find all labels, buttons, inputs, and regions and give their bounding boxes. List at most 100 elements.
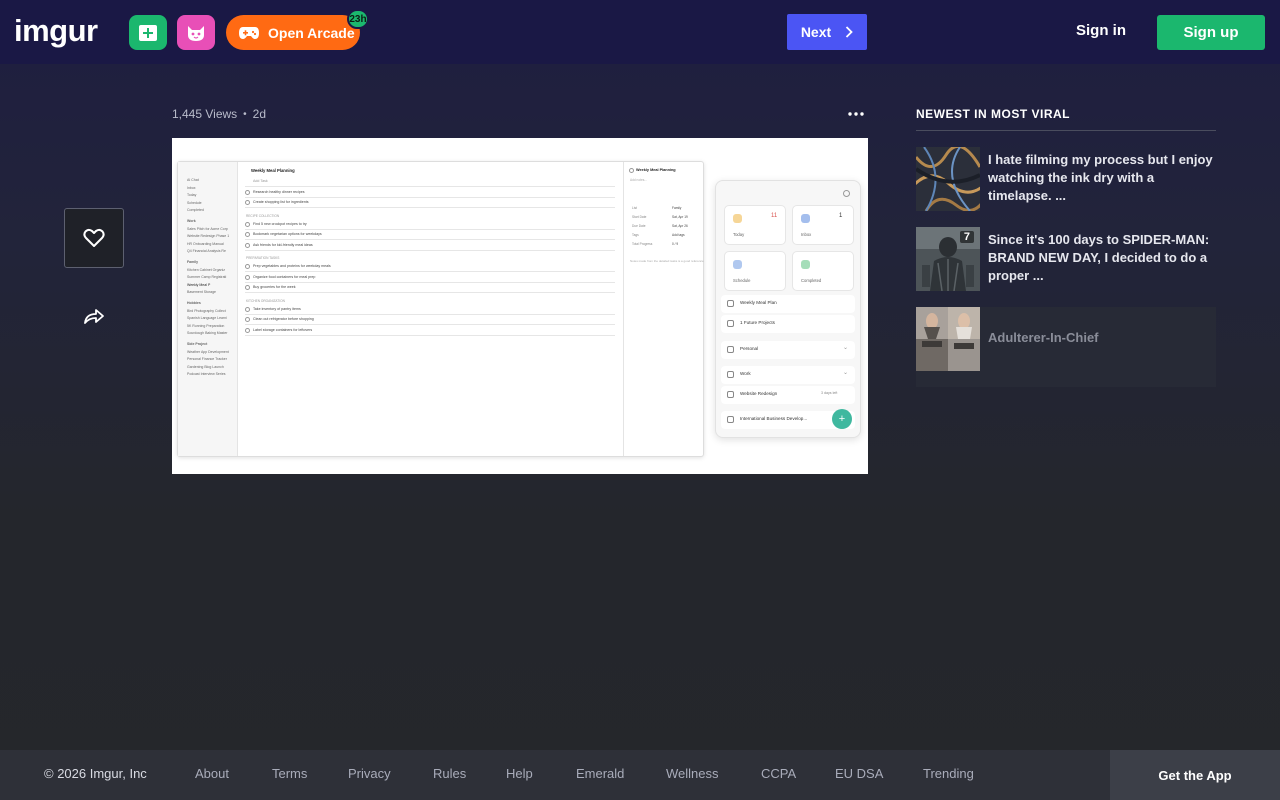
embedded-panel-row: 1 Future Projects bbox=[721, 315, 855, 333]
post-image[interactable]: AI Chat Inbox Today Schedule Completed Work Sa… bbox=[172, 138, 868, 474]
embedded-checkbox bbox=[245, 189, 250, 195]
embedded-settings-icon bbox=[843, 190, 850, 197]
embedded-summary-card: Today 11 bbox=[724, 205, 786, 245]
embedded-text: Sat, Apr 19 bbox=[672, 215, 688, 219]
embedded-text: Add notes... bbox=[630, 178, 648, 182]
viral-thumbnail[interactable]: 7 bbox=[916, 227, 980, 291]
footer-link-privacy[interactable]: Privacy bbox=[348, 766, 391, 781]
embedded-text: Inbox bbox=[801, 232, 812, 237]
sidebar-divider bbox=[916, 130, 1216, 131]
logo-text[interactable]: imgur bbox=[14, 13, 98, 48]
arcade-label[interactable]: Open Arcade bbox=[268, 25, 355, 41]
embedded-text: Weekly Meal P bbox=[187, 282, 211, 287]
embedded-text: Add Task bbox=[253, 179, 268, 183]
embedded-text: Website Redesign bbox=[740, 391, 778, 396]
embedded-text: Completed bbox=[187, 208, 204, 213]
favorite-button[interactable] bbox=[64, 208, 124, 268]
embedded-row-icon bbox=[727, 391, 734, 398]
embedded-divider bbox=[245, 313, 615, 315]
embedded-text: Sat, Apr 26 bbox=[672, 224, 688, 228]
share-arrow-icon bbox=[84, 309, 104, 324]
get-the-app-button[interactable]: Get the App bbox=[1110, 750, 1280, 800]
embedded-checkbox bbox=[245, 327, 250, 333]
viral-post-item[interactable]: Adulterer-In-Chief bbox=[916, 307, 1216, 387]
embedded-text: 1 bbox=[839, 213, 843, 219]
footer-link-emerald[interactable]: Emerald bbox=[576, 766, 624, 781]
viral-post-title[interactable]: I hate filming my process but I enjoy wa… bbox=[988, 147, 1216, 211]
viral-thumbnail[interactable] bbox=[916, 147, 980, 211]
embedded-card-icon bbox=[801, 214, 810, 223]
embedded-text: Completed bbox=[801, 278, 822, 283]
embedded-text: Bookmark vegetarian options for weekdays bbox=[253, 232, 322, 236]
embedded-text: Sourdough Baking Master bbox=[187, 331, 228, 336]
sign-up-button[interactable]: Sign up bbox=[1157, 15, 1265, 50]
new-post-button[interactable] bbox=[129, 15, 167, 50]
meme-generator-button[interactable] bbox=[177, 15, 215, 50]
embedded-divider bbox=[245, 281, 615, 283]
footer-link-terms[interactable]: Terms bbox=[272, 766, 307, 781]
image-count-badge: 7 bbox=[959, 231, 974, 243]
footer-link-about[interactable]: About bbox=[195, 766, 229, 781]
embedded-text: Weekly Meal Planning bbox=[636, 168, 676, 172]
footer-link-eu-dsa[interactable]: EU DSA bbox=[835, 766, 883, 781]
embedded-text: Add tags bbox=[672, 233, 685, 237]
viral-post-title[interactable]: Since it's 100 days to SPIDER-MAN: BRAND… bbox=[988, 227, 1216, 291]
footer-link-rules[interactable]: Rules bbox=[433, 766, 466, 781]
embedded-text: Today bbox=[733, 232, 745, 237]
embedded-text: Q4 Financial Analysis Re bbox=[187, 249, 226, 254]
footer-link-help[interactable]: Help bbox=[506, 766, 533, 781]
footer: © 2026 Imgur, Inc About Terms Privacy Ru… bbox=[0, 750, 1280, 800]
embedded-checkbox bbox=[245, 274, 250, 280]
viral-post-item[interactable]: I hate filming my process but I enjoy wa… bbox=[916, 147, 1216, 211]
embedded-divider bbox=[245, 186, 615, 187]
viral-thumbnail[interactable] bbox=[916, 307, 980, 371]
footer-link-wellness[interactable]: Wellness bbox=[666, 766, 719, 781]
embedded-text: Ask friends for kid-friendly meal ideas bbox=[253, 242, 313, 247]
embedded-text: Schedule bbox=[187, 200, 202, 205]
footer-copyright: © 2026 Imgur, Inc bbox=[44, 766, 147, 781]
share-button[interactable] bbox=[76, 298, 112, 334]
embedded-checkbox bbox=[245, 285, 250, 290]
plus-icon bbox=[139, 24, 157, 41]
footer-link-ccpa[interactable]: CCPA bbox=[761, 766, 796, 781]
embedded-summary-card: Inbox 1 bbox=[792, 205, 854, 245]
embedded-panel-row: Website Redesign 3 days left bbox=[721, 386, 855, 404]
imgur-logo[interactable]: imgur bbox=[14, 14, 98, 48]
more-options-button[interactable] bbox=[844, 104, 868, 124]
embedded-text: International Business Develop... bbox=[740, 416, 808, 421]
embedded-summary-card: Schedule bbox=[724, 251, 786, 291]
embedded-divider bbox=[245, 239, 615, 240]
footer-link-trending[interactable]: Trending bbox=[923, 766, 974, 781]
embedded-text: Podcast Interview Series bbox=[187, 372, 226, 377]
embedded-row-icon bbox=[727, 320, 734, 327]
embedded-text: Personal bbox=[740, 346, 759, 351]
embedded-panel-row: Work ⌄ bbox=[721, 366, 855, 384]
embedded-divider bbox=[245, 207, 615, 208]
embedded-row-icon bbox=[727, 371, 734, 378]
sign-in-link[interactable]: Sign in bbox=[1066, 20, 1136, 42]
embedded-list-title: Weekly Meal Planning bbox=[251, 168, 295, 173]
collage-thumbnail bbox=[916, 307, 980, 371]
embedded-divider bbox=[245, 324, 615, 325]
embedded-text: ⌄ bbox=[843, 370, 849, 376]
embedded-divider bbox=[245, 249, 615, 251]
embedded-text: Start Date bbox=[632, 215, 647, 219]
embedded-row-icon bbox=[727, 300, 734, 307]
post-age: 2d bbox=[252, 107, 267, 121]
embedded-text: Research healthy dinner recipes bbox=[253, 189, 305, 194]
embedded-text: Weekly Meal Plan bbox=[740, 300, 777, 305]
embedded-text: 11 bbox=[771, 213, 778, 219]
next-post-button[interactable]: Next bbox=[787, 14, 867, 50]
next-label[interactable]: Next bbox=[801, 24, 831, 40]
embedded-text: Today bbox=[187, 193, 197, 198]
viral-post-item[interactable]: 7 Since it's 100 days to SPIDER-MAN: BRA… bbox=[916, 227, 1216, 291]
embedded-widget-panel: Today 11 Inbox 1 Schedule Completed Weekly Me… bbox=[715, 180, 861, 438]
gamepad-icon bbox=[239, 26, 259, 39]
embedded-checkbox bbox=[245, 317, 250, 322]
embedded-add-button: + bbox=[832, 409, 852, 429]
embedded-text: Family bbox=[672, 206, 682, 210]
viral-post-title[interactable]: Adulterer-In-Chief bbox=[988, 307, 1099, 387]
open-arcade-button[interactable]: Open Arcade bbox=[226, 15, 360, 50]
embedded-panel-row: Personal ⌄ bbox=[721, 341, 855, 359]
embedded-text: Side Project bbox=[187, 342, 208, 346]
